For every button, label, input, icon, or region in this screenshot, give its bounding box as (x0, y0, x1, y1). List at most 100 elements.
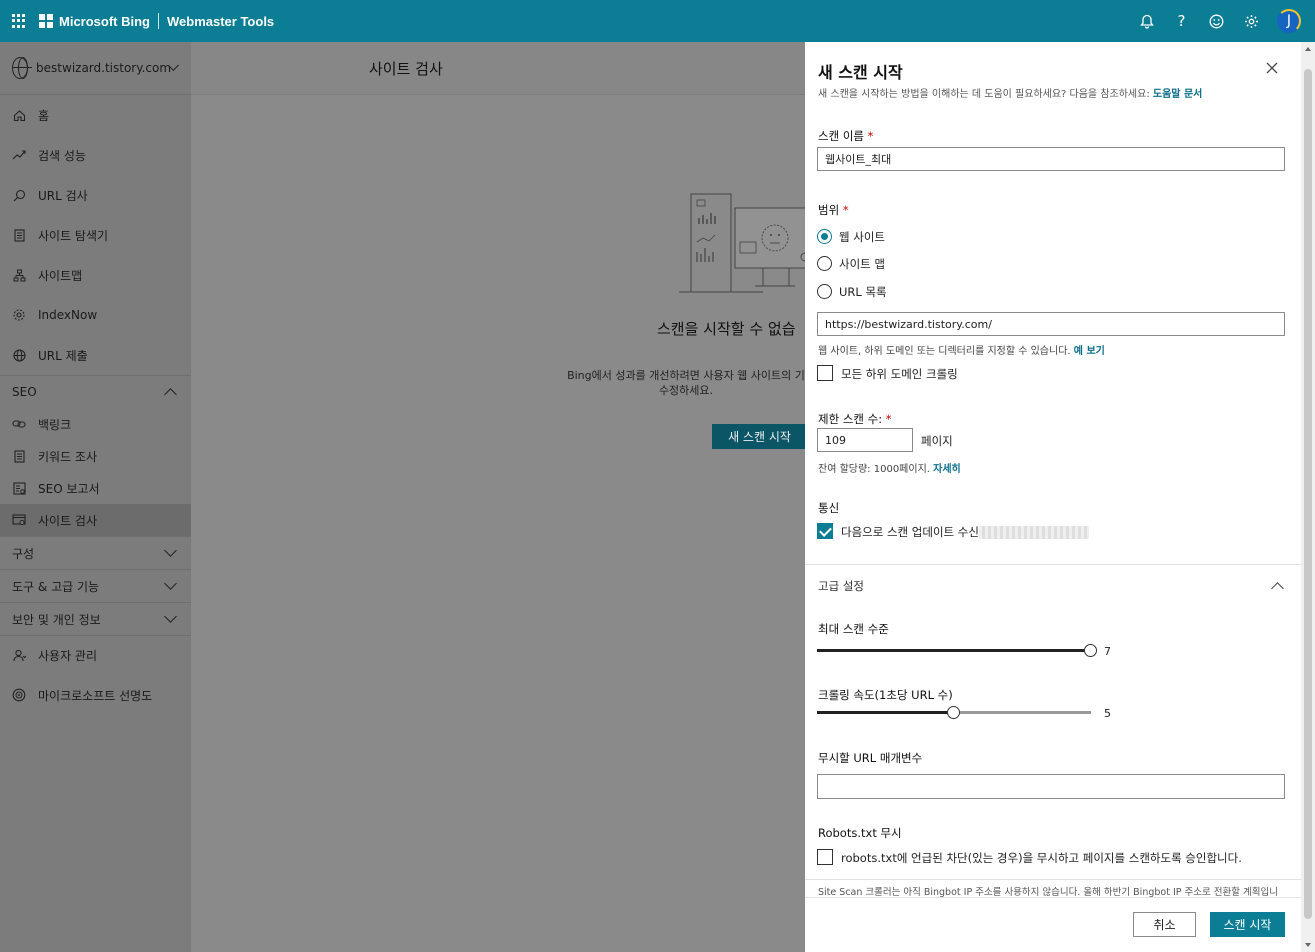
scroll-down-arrow-icon[interactable] (1305, 943, 1311, 947)
url-hint-text: 웹 사이트, 하위 도메인 또는 디렉터리를 지정할 수 있습니다. (818, 346, 1074, 357)
section-label: 보안 및 개인 정보 (12, 612, 101, 627)
cancel-button[interactable]: 취소 (1133, 912, 1196, 937)
sidebar-item-url-submission[interactable]: URL 제출 (0, 335, 191, 375)
scope-radio-sitemap[interactable] (817, 256, 832, 271)
sidebar-item-site-scan[interactable]: 사이트 검사 (0, 504, 191, 536)
url-hint: 웹 사이트, 하위 도메인 또는 디렉터리를 지정할 수 있습니다. 예 보기 (818, 342, 1105, 357)
scope-label: 범위 * (818, 202, 849, 218)
report-icon (12, 481, 26, 495)
sidebar-item-indexnow[interactable]: IndexNow (0, 295, 191, 335)
document-icon (12, 449, 26, 463)
scan-name-label-text: 스캔 이름 (818, 129, 864, 143)
clarity-icon (12, 688, 26, 702)
quota-text: 잔여 할당량: 1000페이지. 자세히 (818, 460, 961, 475)
sidebar-item-label: SEO 보고서 (38, 481, 100, 496)
scope-radio-website[interactable] (817, 229, 832, 244)
site-name: bestwizard.tistory.com (36, 61, 172, 75)
sidebar-item-seo-reports[interactable]: SEO 보고서 (0, 472, 191, 504)
crawl-subdomains-checkbox[interactable] (817, 365, 833, 381)
microsoft-logo-icon (39, 14, 53, 28)
ignore-url-params-input[interactable] (817, 774, 1285, 799)
sidebar-item-label: 홈 (38, 108, 50, 123)
slider-fill (817, 711, 954, 714)
help-icon[interactable]: ? (1164, 0, 1199, 42)
slider-thumb[interactable] (947, 706, 960, 719)
scan-limit-input[interactable] (817, 428, 913, 452)
brand-name[interactable]: Microsoft Bing (59, 14, 150, 29)
feedback-smiley-icon[interactable] (1199, 0, 1234, 42)
advanced-settings-label[interactable]: 고급 설정 (818, 578, 864, 594)
sidebar-item-home[interactable]: 홈 (0, 95, 191, 135)
redacted-email (978, 526, 1089, 539)
scroll-thumb[interactable] (1304, 69, 1312, 919)
sidebar-item-label: 키워드 조사 (38, 449, 98, 464)
robots-ignore-label: Robots.txt 무시 (818, 826, 902, 840)
robots-ignore-checkbox[interactable] (817, 849, 833, 865)
sidebar-item-label: 백링크 (38, 417, 72, 432)
sidebar-item-label: IndexNow (38, 308, 98, 322)
panel-title: 새 스캔 시작 (818, 63, 903, 82)
scope-radio-url-list[interactable] (817, 284, 832, 299)
sidebar-section-security-privacy[interactable]: 보안 및 개인 정보 (0, 602, 191, 635)
slider-thumb[interactable] (1084, 644, 1097, 657)
sidebar-item-url-inspection[interactable]: URL 검사 (0, 175, 191, 215)
product-name[interactable]: Webmaster Tools (167, 14, 274, 29)
sitemap-icon (12, 268, 26, 282)
help-text: 새 스캔을 시작하는 방법을 이해하는 데 도움이 필요하세요? 다음을 참조하… (818, 89, 1153, 100)
chevron-up-icon (164, 388, 177, 401)
sidebar-item-user-management[interactable]: 사용자 관리 (0, 635, 191, 675)
page-header: 사이트 검사 (191, 42, 805, 95)
settings-gear-icon[interactable] (1234, 0, 1269, 42)
sidebar-item-keyword-research[interactable]: 키워드 조사 (0, 440, 191, 472)
scan-name-input[interactable] (817, 147, 1285, 171)
empty-desc-line1: Bing에서 성과를 개선하려면 사용자 웹 사이트의 기 (567, 369, 805, 382)
new-scan-panel: 새 스캔 시작 새 스캔을 시작하는 방법을 이해하는 데 도움이 필요하세요?… (805, 42, 1315, 952)
chevron-down-icon (164, 577, 177, 590)
see-examples-link[interactable]: 예 보기 (1074, 346, 1105, 357)
close-icon[interactable] (1265, 62, 1279, 76)
sidebar-item-label: 사이트맵 (38, 268, 83, 283)
scan-limit-unit: 페이지 (921, 434, 953, 448)
app-launcher-icon[interactable] (12, 14, 26, 28)
panel-scrollbar[interactable] (1301, 42, 1315, 952)
sidebar-item-label: 사이트 검사 (38, 513, 98, 528)
divider (805, 897, 1301, 898)
scan-updates-checkbox[interactable] (817, 523, 833, 539)
slider-fill (817, 649, 1091, 652)
sidebar-item-label: 사용자 관리 (38, 649, 98, 663)
scan-limit-label: 제한 스캔 수: * (818, 411, 892, 427)
sidebar-item-backlinks[interactable]: 백링크 (0, 408, 191, 440)
scan-updates-label: 다음으로 스캔 업데이트 수신 (841, 524, 1089, 540)
sidebar-section-seo[interactable]: SEO (0, 375, 191, 408)
help-docs-link[interactable]: 도움말 문서 (1153, 89, 1202, 100)
sidebar-item-search-performance[interactable]: 검색 성능 (0, 135, 191, 175)
empty-state-illustration (679, 193, 809, 293)
max-scan-level-slider[interactable] (817, 644, 1097, 657)
scan-updates-text: 다음으로 스캔 업데이트 수신 (841, 525, 979, 539)
scope-option-label: URL 목록 (839, 285, 887, 299)
start-new-scan-button[interactable]: 새 스캔 시작 (712, 424, 807, 449)
crawl-speed-value: 5 (1104, 707, 1111, 720)
scroll-up-arrow-icon[interactable] (1305, 47, 1311, 51)
section-label: 도구 & 고급 기능 (12, 579, 100, 594)
sidebar-section-tools[interactable]: 도구 & 고급 기능 (0, 569, 191, 602)
user-avatar[interactable]: J (1277, 9, 1301, 33)
start-scan-button[interactable]: 스캔 시작 (1210, 912, 1285, 937)
bell-icon[interactable] (1129, 0, 1164, 42)
scope-url-input[interactable] (817, 312, 1285, 336)
sidebar-section-configuration[interactable]: 구성 (0, 536, 191, 569)
learn-more-link[interactable]: 자세히 (933, 464, 961, 475)
globe-icon (12, 57, 33, 79)
sidebar-item-clarity[interactable]: 마이크로소프트 선명도 (0, 675, 191, 715)
panel-help-text: 새 스캔을 시작하는 방법을 이해하는 데 도움이 필요하세요? 다음을 참조하… (818, 85, 1202, 100)
sidebar-item-label: URL 검사 (38, 188, 88, 203)
site-selector[interactable]: bestwizard.tistory.com (0, 42, 191, 95)
sidebar-item-sitemap[interactable]: 사이트맵 (0, 255, 191, 295)
chevron-up-icon[interactable] (1271, 582, 1284, 595)
sidebar-item-site-explorer[interactable]: 사이트 탐색기 (0, 215, 191, 255)
home-icon (12, 108, 26, 122)
chevron-down-icon (164, 544, 177, 557)
crawl-speed-slider[interactable] (817, 706, 1091, 719)
trend-icon (12, 148, 26, 162)
max-scan-level-value: 7 (1104, 645, 1111, 658)
